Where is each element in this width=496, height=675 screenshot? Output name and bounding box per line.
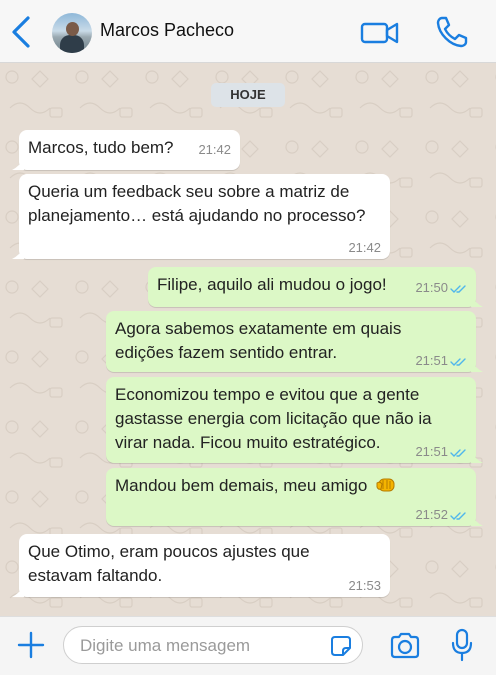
chevron-left-icon[interactable] [8,14,36,50]
sticker-icon[interactable] [330,635,352,657]
plus-icon[interactable] [16,630,46,660]
message-input-box[interactable] [63,626,363,664]
bubble-tail [471,295,483,307]
message-text: Que Otimo, eram poucos ajustes que estav… [28,542,310,585]
bubble-tail [12,585,24,597]
bubble-tail [471,451,483,463]
fist-bump-icon [376,478,395,492]
message-time-wrap: 21:51 [415,354,467,368]
message-time: 21:50 [415,280,448,295]
avatar[interactable] [52,13,92,53]
message-text: Queria um feedback seu sobre a matriz de… [28,182,366,225]
message-incoming[interactable]: Marcos, tudo bem? 21:42 [12,130,240,170]
message-input[interactable] [78,633,322,659]
date-separator: HOJE [211,83,285,107]
bubble-tail [12,158,24,170]
bubble-tail [12,247,24,259]
message-outgoing[interactable]: Agora sabemos exatamente em quais ediçõe… [106,311,483,372]
message-time-wrap: 21:52 [415,508,467,522]
microphone-icon[interactable] [450,628,474,662]
message-text: Filipe, aquilo ali mudou o jogo! [157,275,387,294]
double-check-icon [450,448,466,457]
chat-screen: Marcos Pacheco HOJE Marcos, tudo bem? 21… [0,0,496,675]
message-time: 21:53 [348,578,381,593]
message-time: 21:51 [415,353,448,368]
double-check-icon [450,284,466,293]
message-incoming[interactable]: Queria um feedback seu sobre a matriz de… [12,174,390,259]
message-time-wrap: 21:51 [415,445,467,459]
message-outgoing[interactable]: Mandou bem demais, meu amigo 21:52 [106,468,483,526]
message-time-wrap: 21:50 [415,281,467,295]
message-text: Economizou tempo e evitou que a gente ga… [115,385,432,452]
composer-bar [0,616,496,675]
message-outgoing[interactable]: Filipe, aquilo ali mudou o jogo! 21:50 [148,267,483,307]
message-text: Agora sabemos exatamente em quais ediçõe… [115,319,402,362]
message-time: 21:52 [415,507,448,522]
chat-header: Marcos Pacheco [0,0,496,63]
bubble-tail [471,514,483,526]
camera-icon[interactable] [389,631,421,659]
message-outgoing[interactable]: Economizou tempo e evitou que a gente ga… [106,377,483,463]
bubble-tail [471,360,483,372]
message-list[interactable]: HOJE Marcos, tudo bem? 21:42 Queria um f… [0,63,496,616]
message-text: Mandou bem demais, meu amigo [115,476,368,495]
message-time: 21:42 [348,240,381,255]
message-incoming[interactable]: Que Otimo, eram poucos ajustes que estav… [12,534,390,597]
message-time: 21:42 [198,142,231,157]
phone-icon[interactable] [434,14,470,50]
double-check-icon [450,511,466,520]
video-camera-icon[interactable] [360,19,400,47]
message-time: 21:51 [415,444,448,459]
double-check-icon [450,357,466,366]
message-text: Marcos, tudo bem? [28,138,174,157]
contact-name[interactable]: Marcos Pacheco [100,20,234,41]
